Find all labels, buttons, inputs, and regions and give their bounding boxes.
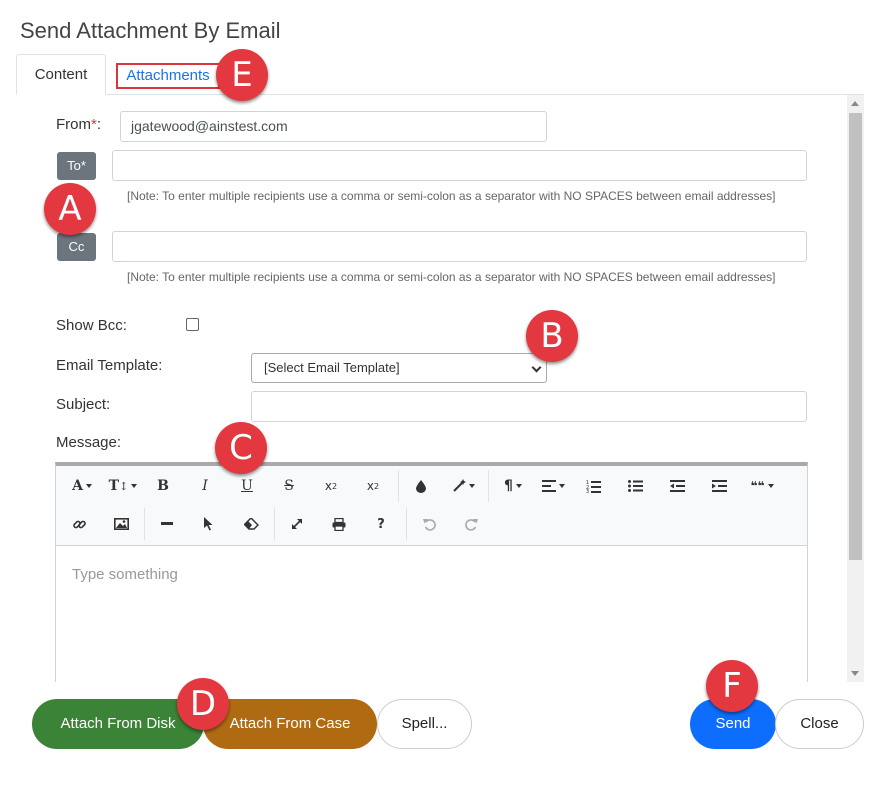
eraser-icon[interactable] <box>236 508 266 540</box>
from-label: From*: <box>56 116 102 133</box>
italic-icon[interactable]: I <box>190 470 220 502</box>
scroll-down-icon[interactable] <box>851 671 859 676</box>
quote-icon[interactable]: ❝❝ <box>744 470 780 502</box>
redo-icon[interactable] <box>456 508 486 540</box>
spell-button[interactable]: Spell... <box>377 699 472 749</box>
outdent-icon[interactable] <box>662 470 692 502</box>
email-template-value: [Select Email Template] <box>264 360 400 375</box>
scroll-up-icon[interactable] <box>851 101 859 106</box>
email-template-select[interactable]: [Select Email Template] <box>251 353 547 383</box>
bold-icon[interactable]: B <box>148 470 178 502</box>
show-bcc-checkbox[interactable] <box>186 318 199 331</box>
editor-toolbar: A T ↕ B I U S x2 x2 ¶ 123 ❝❝ ? <box>56 466 807 546</box>
text-height-icon[interactable]: T ↕ <box>104 470 142 502</box>
annotation-badge-d: D <box>177 678 229 730</box>
indent-icon[interactable] <box>704 470 734 502</box>
chevron-down-icon <box>531 362 542 373</box>
horizontal-rule-icon[interactable] <box>152 508 182 540</box>
strikethrough-icon[interactable]: S <box>274 470 304 502</box>
tab-attachments[interactable]: Attachments <box>116 63 220 89</box>
help-icon[interactable]: ? <box>366 508 396 540</box>
annotation-badge-c: C <box>215 422 267 474</box>
toolbar-separator <box>274 508 275 540</box>
to-field[interactable] <box>112 150 807 181</box>
message-editor: A T ↕ B I U S x2 x2 ¶ 123 ❝❝ ? Type some… <box>55 462 808 682</box>
cursor-icon[interactable] <box>194 508 224 540</box>
tab-content[interactable]: Content <box>16 54 106 95</box>
close-button[interactable]: Close <box>775 699 864 749</box>
link-icon[interactable] <box>64 508 94 540</box>
content-panel: From*: jgatewood@ainstest.com To* [Note:… <box>16 95 864 682</box>
svg-text:3: 3 <box>586 489 589 493</box>
scroll-thumb[interactable] <box>849 113 862 560</box>
undo-icon[interactable] <box>414 508 444 540</box>
dialog-title: Send Attachment By Email <box>20 18 281 43</box>
magic-icon[interactable] <box>444 470 482 502</box>
unordered-list-icon[interactable] <box>620 470 650 502</box>
toolbar-separator <box>398 470 399 502</box>
fullscreen-icon[interactable] <box>282 508 312 540</box>
subject-label: Subject: <box>56 396 111 413</box>
cc-note: [Note: To enter multiple recipients use … <box>127 270 776 284</box>
annotation-badge-a: A <box>44 183 96 235</box>
message-label: Message: <box>56 434 122 451</box>
to-note: [Note: To enter multiple recipients use … <box>127 189 776 203</box>
ordered-list-icon[interactable]: 123 <box>578 470 608 502</box>
email-template-label: Email Template: <box>56 357 163 374</box>
toolbar-separator <box>144 508 145 540</box>
show-bcc-label: Show Bcc: <box>56 317 127 334</box>
annotation-badge-e: E <box>216 49 268 101</box>
align-icon[interactable] <box>534 470 572 502</box>
annotation-badge-f: F <box>706 660 758 712</box>
subscript-icon[interactable]: x2 <box>316 470 346 502</box>
tab-bar: Content Attachments <box>16 54 864 95</box>
vertical-scrollbar[interactable] <box>847 95 864 682</box>
from-field[interactable]: jgatewood@ainstest.com <box>120 111 547 142</box>
annotation-badge-b: B <box>526 310 578 362</box>
toolbar-separator <box>488 470 489 502</box>
toolbar-separator <box>406 508 407 540</box>
print-icon[interactable] <box>324 508 354 540</box>
to-button[interactable]: To* <box>57 152 96 180</box>
paragraph-icon[interactable]: ¶ <box>496 470 530 502</box>
underline-icon[interactable]: U <box>232 470 262 502</box>
subject-field[interactable] <box>251 391 807 422</box>
superscript-icon[interactable]: x2 <box>358 470 388 502</box>
image-icon[interactable] <box>106 508 136 540</box>
color-icon[interactable] <box>406 470 436 502</box>
cc-field[interactable] <box>112 231 807 262</box>
attach-from-case-button[interactable]: Attach From Case <box>203 699 377 749</box>
message-placeholder[interactable]: Type something <box>72 566 178 583</box>
cc-button[interactable]: Cc <box>57 233 96 261</box>
font-icon[interactable]: A <box>64 470 100 502</box>
